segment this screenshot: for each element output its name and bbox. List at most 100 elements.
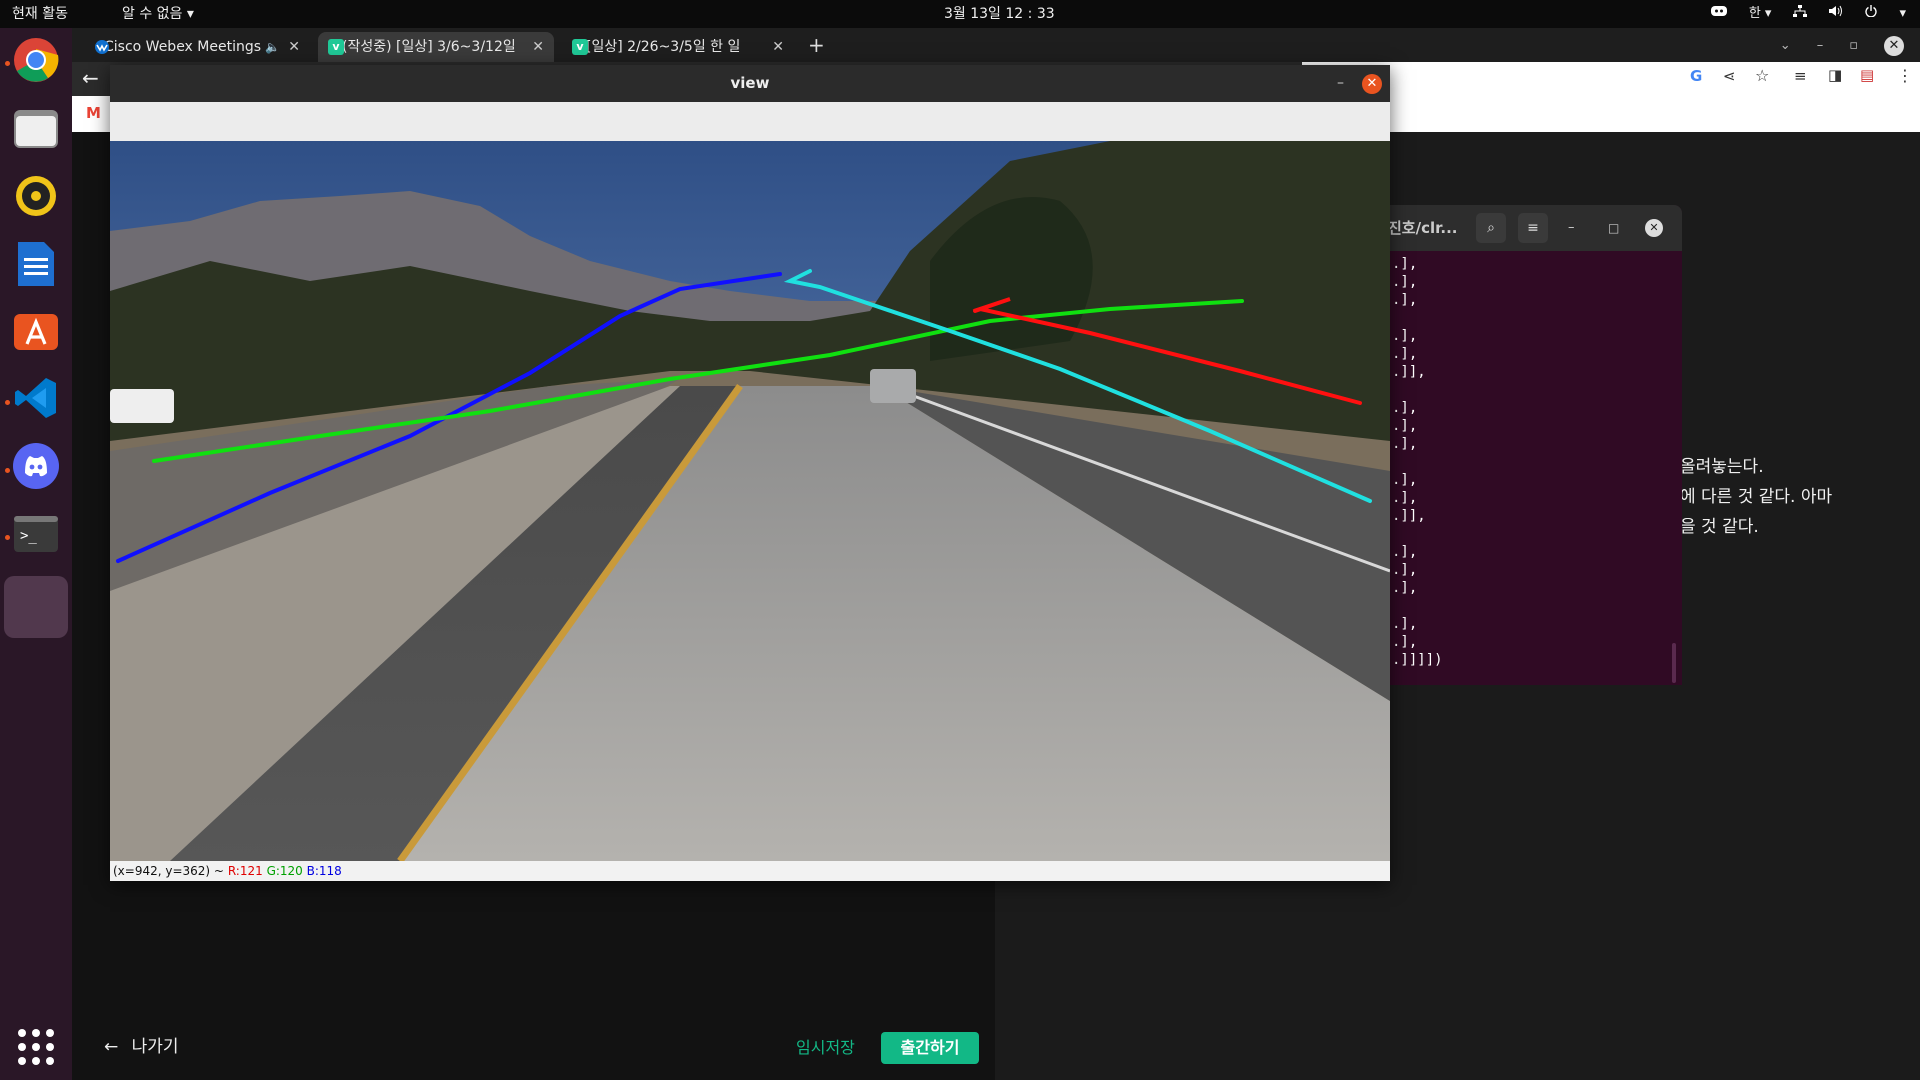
star-icon[interactable]: ☆ [1755, 66, 1769, 85]
close-icon[interactable]: ✕ [288, 32, 300, 62]
app-center-icon[interactable] [12, 306, 60, 354]
velog-icon: v [328, 39, 344, 55]
tab-draft[interactable]: v (작성중) [일상] 3/6~3/12일 ✕ [318, 32, 554, 62]
white-truck [110, 389, 174, 423]
pixel-blue: B:118 [306, 864, 342, 878]
reading-list-icon[interactable]: ≡ [1794, 67, 1807, 85]
restore-icon[interactable]: ▫ [1849, 32, 1858, 60]
terminal-line: .], [1392, 328, 1418, 344]
extension-icon[interactable]: ▤ [1860, 66, 1874, 84]
terminal-output[interactable]: .],.],.], .],.],.]], .],.],.], .],.],.]]… [1392, 255, 1443, 669]
terminal-line: .]], [1392, 508, 1426, 524]
terminal-line: .], [1392, 346, 1418, 362]
new-tab-button[interactable]: + [808, 30, 825, 60]
terminal-scrollbar[interactable] [1672, 643, 1676, 683]
discord-tray-icon[interactable] [1710, 0, 1727, 28]
tab-webex[interactable]: Cisco Webex Meetings 🔈 ✕ [80, 32, 310, 62]
files-icon[interactable] [12, 104, 60, 152]
close-icon[interactable]: ✕ [1884, 36, 1904, 56]
menu-dots-icon[interactable]: ⋮ [1897, 66, 1913, 85]
terminal-title: 진호/clr... [1388, 219, 1458, 237]
speaker-icon[interactable]: 🔈 [265, 32, 280, 62]
maximize-icon[interactable]: □ [1608, 205, 1619, 251]
minimize-icon[interactable]: – [1568, 205, 1575, 251]
svg-text:>_: >_ [20, 528, 37, 544]
back-arrow-icon[interactable]: ← [82, 65, 99, 91]
rhythmbox-icon[interactable] [12, 172, 60, 220]
view-toolbar [110, 102, 1390, 141]
terminal-line: .], [1392, 292, 1418, 308]
input-method[interactable]: 한 ▾ [1749, 0, 1772, 28]
truck [870, 369, 916, 403]
close-icon[interactable]: ✕ [772, 32, 784, 62]
preview-line: 에 다른 것 같다. 아마 [1680, 487, 1833, 507]
view-window[interactable]: view – ✕ (x=942, y=362) ~ R:121 G:120 B:… [110, 65, 1390, 881]
close-icon[interactable]: ✕ [1645, 219, 1663, 237]
activities-button[interactable]: 현재 활동 [12, 0, 68, 28]
terminal-line: .], [1392, 634, 1418, 650]
publish-button[interactable]: 출간하기 [881, 1032, 979, 1064]
search-icon[interactable]: ⌕ [1476, 213, 1506, 243]
terminal-line: .], [1392, 580, 1418, 596]
chrome-window-controls: ⌄ – ▫ ✕ [1780, 32, 1904, 60]
input-method-label: 한 [1748, 6, 1761, 21]
terminal-line: .], [1392, 616, 1418, 632]
side-panel-icon[interactable]: ◨ [1828, 66, 1842, 84]
lane-detection-image[interactable] [110, 141, 1390, 861]
discord-icon[interactable] [12, 442, 60, 490]
view-statusbar: (x=942, y=362) ~ R:121 G:120 B:118 [110, 861, 1390, 881]
preview-line: 올려놓는다. [1680, 457, 1764, 477]
app-menu-label: 알 수 없음 [122, 6, 183, 22]
minimize-icon[interactable]: – [1337, 65, 1344, 102]
google-icon[interactable]: G [1690, 67, 1702, 85]
exit-button[interactable]: ← 나가기 [104, 1035, 179, 1059]
webex-icon [94, 39, 110, 55]
chevron-down-icon[interactable]: ▾ [1899, 0, 1906, 28]
share-icon[interactable]: ⋖ [1723, 67, 1736, 85]
tab-search-icon[interactable]: ⌄ [1780, 32, 1791, 60]
pixel-red: R:121 [227, 864, 263, 878]
gmail-bookmark[interactable]: M [86, 104, 101, 122]
terminal-line: .], [1392, 256, 1418, 272]
tab-previous-post[interactable]: v [일상] 2/26~3/5일 한 일 ✕ [562, 32, 794, 62]
network-icon[interactable] [1793, 0, 1808, 28]
tab-title: (작성중) [일상] 3/6~3/12일 [342, 39, 516, 55]
vscode-icon[interactable] [12, 374, 60, 422]
view-window-app[interactable] [4, 576, 68, 638]
show-applications-button[interactable] [18, 1029, 54, 1065]
clock[interactable]: 3월 13일 12 : 33 [944, 0, 1055, 28]
terminal-line: .], [1392, 436, 1418, 452]
dock: >_ [0, 28, 72, 1080]
chrome-tab-strip: Cisco Webex Meetings 🔈 ✕ v (작성중) [일상] 3/… [72, 28, 1920, 62]
chrome-icon[interactable] [12, 36, 60, 84]
terminal-line: .]]]]) [1392, 652, 1443, 668]
cursor-coords: (x=942, y=362) ~ [113, 864, 224, 878]
close-icon[interactable]: ✕ [532, 32, 544, 62]
close-icon[interactable]: ✕ [1362, 74, 1382, 94]
pixel-green: G:120 [266, 864, 303, 878]
terminal-line: .], [1392, 472, 1418, 488]
minimize-icon[interactable]: – [1817, 32, 1824, 60]
terminal-line: .], [1392, 418, 1418, 434]
terminal-line: .], [1392, 274, 1418, 290]
save-draft-button[interactable]: 임시저장 [796, 1036, 855, 1060]
running-indicator [5, 400, 10, 405]
window-title: view [730, 74, 770, 92]
tab-title: Cisco Webex Meetings [104, 39, 262, 55]
terminal-header: 진호/clr... ⌕ ≡ – □ ✕ [1382, 205, 1682, 251]
app-menu[interactable]: 알 수 없음 ▾ [122, 0, 194, 28]
menu-icon[interactable]: ≡ [1518, 213, 1548, 243]
top-bar: 현재 활동 알 수 없음 ▾ 3월 13일 12 : 33 한 ▾ ▾ [0, 0, 1920, 28]
volume-icon[interactable] [1829, 0, 1843, 28]
writer-icon[interactable] [12, 240, 60, 288]
power-icon[interactable] [1865, 0, 1878, 28]
terminal-window[interactable]: 진호/clr... ⌕ ≡ – □ ✕ .],.],.], .],.],.]],… [1382, 205, 1682, 685]
view-titlebar[interactable]: view – ✕ [110, 65, 1390, 102]
terminal-line: .]], [1392, 364, 1426, 380]
terminal-icon[interactable]: >_ [12, 510, 60, 558]
running-indicator [5, 61, 10, 66]
